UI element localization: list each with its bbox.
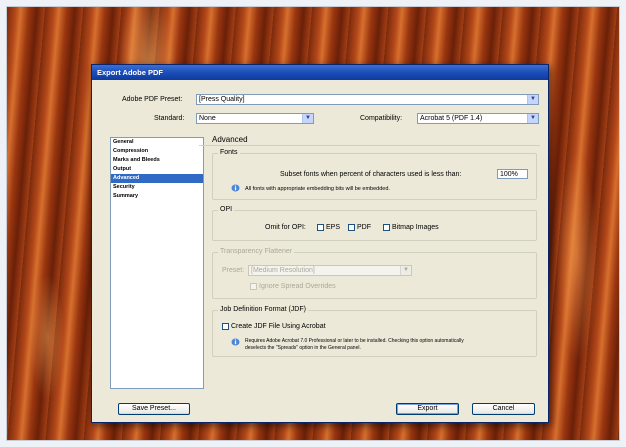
preset-dropdown[interactable]: [Press Quality] ▼ — [196, 94, 539, 105]
compatibility-label: Compatibility: — [360, 115, 403, 122]
eps-label: EPS — [326, 224, 341, 231]
jdf-note-line2: deselects the "Spreads" option in the Ge… — [245, 345, 361, 351]
jdf-note-line1: Requires Adobe Acrobat 7.0 Professional … — [245, 338, 464, 344]
fonts-note: All fonts with appropriate embedding bit… — [245, 186, 390, 192]
sidebar-item-security[interactable]: Security — [111, 183, 203, 192]
pdf-checkbox[interactable] — [348, 224, 355, 231]
ignore-spread-overrides-label: Ignore Spread Overrides — [259, 283, 336, 290]
sidebar-item-summary[interactable]: Summary — [111, 192, 203, 201]
sidebar-item-general[interactable]: General — [111, 138, 203, 147]
pdf-label: PDF — [357, 224, 371, 231]
bitmap-images-checkbox[interactable] — [383, 224, 390, 231]
save-preset-button[interactable]: Save Preset... — [118, 403, 190, 415]
info-icon — [231, 338, 240, 346]
flattener-preset-label: Preset: — [222, 267, 245, 274]
fonts-group-title: Fonts — [218, 149, 240, 157]
sidebar-item-advanced[interactable]: Advanced — [111, 174, 203, 183]
preset-label: Adobe PDF Preset: — [122, 96, 183, 103]
chevron-down-icon[interactable]: ▼ — [527, 114, 538, 123]
flattener-group-title: Transparency Flattener — [218, 248, 295, 256]
eps-checkbox[interactable] — [317, 224, 324, 231]
panel-divider — [199, 145, 540, 146]
chevron-down-icon[interactable]: ▼ — [400, 266, 411, 275]
subset-fonts-label: Subset fonts when percent of characters … — [280, 171, 462, 178]
cancel-button[interactable]: Cancel — [472, 403, 535, 415]
flattener-preset-value: [Medium Resolution] — [251, 267, 315, 274]
standard-dropdown[interactable]: None ▼ — [196, 113, 314, 124]
create-jdf-label: Create JDF File Using Acrobat — [231, 323, 326, 330]
info-icon — [231, 184, 240, 192]
jdf-group-title: Job Definition Format (JDF) — [218, 306, 308, 314]
subset-percent-input[interactable]: 100% — [497, 169, 528, 179]
standard-value: None — [199, 115, 216, 122]
export-button[interactable]: Export — [396, 403, 459, 415]
create-jdf-checkbox[interactable] — [222, 323, 229, 330]
compatibility-value: Acrobat 5 (PDF 1.4) — [420, 115, 483, 122]
chevron-down-icon[interactable]: ▼ — [527, 95, 538, 104]
photo-frame: Export Adobe PDF Adobe PDF Preset: [Pres… — [7, 7, 619, 440]
opi-group — [212, 210, 537, 241]
category-list[interactable]: General Compression Marks and Bleeds Out… — [110, 137, 204, 389]
sidebar-item-output[interactable]: Output — [111, 165, 203, 174]
preset-value: [Press Quality] — [199, 96, 245, 103]
chevron-down-icon[interactable]: ▼ — [302, 114, 313, 123]
sidebar-item-marks-and-bleeds[interactable]: Marks and Bleeds — [111, 156, 203, 165]
bitmap-images-label: Bitmap Images — [392, 224, 439, 231]
export-pdf-dialog: Export Adobe PDF Adobe PDF Preset: [Pres… — [91, 64, 549, 423]
panel-title: Advanced — [212, 135, 248, 144]
ignore-spread-overrides-checkbox[interactable] — [250, 283, 257, 290]
standard-label: Standard: — [154, 115, 185, 122]
omit-for-opi-label: Omit for OPI: — [265, 224, 306, 231]
sidebar-item-compression[interactable]: Compression — [111, 147, 203, 156]
compatibility-dropdown[interactable]: Acrobat 5 (PDF 1.4) ▼ — [417, 113, 539, 124]
dialog-title: Export Adobe PDF — [92, 65, 548, 80]
opi-group-title: OPI — [218, 206, 235, 214]
flattener-preset-dropdown[interactable]: [Medium Resolution] ▼ — [248, 265, 412, 276]
